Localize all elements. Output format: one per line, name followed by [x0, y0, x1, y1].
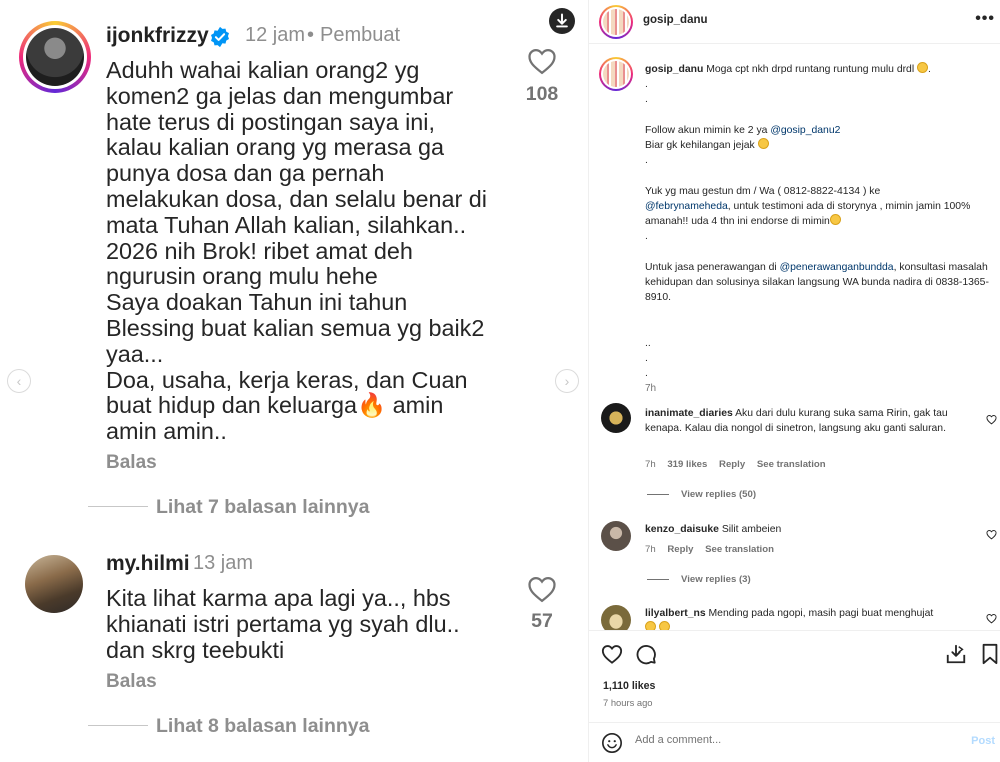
divider	[88, 725, 148, 726]
post-comment-button[interactable]: Post	[971, 735, 995, 747]
reply-button[interactable]: Reply	[719, 459, 745, 470]
view-more-replies[interactable]: Lihat 8 balasan lainnya	[156, 715, 370, 738]
mention-link[interactable]: @penerawanganbundda	[780, 262, 894, 273]
comment-username[interactable]: lilyalbert_ns	[645, 608, 706, 619]
reply-button[interactable]: Balas	[106, 452, 157, 474]
reply-button[interactable]: Balas	[106, 671, 157, 693]
view-more-replies[interactable]: Lihat 7 balasan lainnya	[156, 496, 370, 519]
post-like-count[interactable]: 1,110 likes	[603, 680, 655, 692]
caption-text: Biar gk kehilangan jejak	[645, 140, 755, 152]
like-heart-icon[interactable]	[986, 529, 997, 540]
divider	[88, 506, 148, 507]
like-heart-icon[interactable]	[601, 643, 623, 665]
post-caption: gosip_danu Moga cpt nkh drpd runtang run…	[645, 62, 989, 395]
comment-text: Aduhh wahai kalian orang2 yg komen2 ga j…	[106, 57, 488, 445]
comment-bubble-icon[interactable]	[635, 643, 657, 665]
caption-text: Moga cpt nkh drpd runtang runtung mulu d…	[706, 64, 915, 75]
grin-emoji-icon	[658, 621, 670, 630]
like-count: 57	[531, 610, 553, 632]
comment-body: kenzo_daisuke Silit ambeien	[645, 522, 975, 537]
comment-username[interactable]: inanimate_diaries	[645, 408, 733, 419]
see-translation-button[interactable]: See translation	[705, 544, 774, 555]
meta-separator: •	[307, 24, 315, 46]
next-slide-button[interactable]: ›	[555, 369, 579, 393]
caption-time: 7h	[645, 383, 657, 395]
bookmark-icon[interactable]	[979, 643, 1000, 665]
comment-meta: 7h 319 likes Reply See translation	[645, 459, 835, 470]
comment-username[interactable]: kenzo_daisuke	[645, 524, 719, 535]
caption-text: Yuk yg mau gestun dm / Wa ( 0812-8822-41…	[645, 185, 881, 197]
post-actions: 1,110 likes 7 hours ago	[589, 630, 1000, 718]
comment-likes[interactable]: 319 likes	[667, 459, 707, 470]
comment-input[interactable]	[635, 734, 935, 746]
view-replies-button[interactable]: View replies (3)	[647, 574, 751, 585]
avatar[interactable]	[601, 403, 631, 433]
avatar[interactable]	[603, 9, 629, 35]
comment-time: 13 jam	[193, 552, 254, 574]
previous-slide-button[interactable]: ‹	[7, 369, 31, 393]
caption-text: Untuk jasa penerawangan di	[645, 261, 777, 273]
comment-username[interactable]: my.hilmi	[106, 552, 190, 576]
reply-button[interactable]: Reply	[667, 544, 693, 555]
mention-link[interactable]: @febrynameheda	[645, 201, 728, 212]
view-replies-button[interactable]: View replies (50)	[647, 489, 756, 500]
post-time-ago: 7 hours ago	[603, 697, 653, 708]
comment-text: Kita lihat karma apa lagi ya.., hbs khia…	[106, 585, 460, 663]
avatar[interactable]	[603, 61, 629, 87]
save-to-collection-icon[interactable]	[945, 643, 967, 665]
comment-body: lilyalbert_ns Mending pada ngopi, masih …	[645, 606, 975, 630]
comment-time: 12 jam	[245, 24, 306, 46]
download-button[interactable]	[549, 8, 575, 34]
like-heart-icon[interactable]	[986, 613, 997, 624]
comment-meta: 7h Reply See translation	[645, 544, 783, 555]
grin-emoji-icon	[757, 138, 769, 150]
comment-username[interactable]: ijonkfrizzy	[106, 24, 209, 48]
download-icon	[556, 13, 568, 28]
avatar[interactable]	[601, 521, 631, 551]
heart-icon[interactable]	[527, 47, 557, 75]
add-comment-bar: Post	[589, 722, 1000, 762]
post-header: gosip_danu •••	[589, 0, 1000, 44]
comment-time: 7h	[645, 544, 656, 555]
comment-time: 7h	[645, 459, 656, 470]
caption-text: Follow akun mimin ke 2 ya	[645, 124, 768, 136]
avatar[interactable]	[601, 605, 631, 630]
post-media[interactable]: ijonkfrizzy 12 jam • Pembuat Aduhh wahai…	[0, 0, 588, 762]
grin-emoji-icon	[645, 621, 656, 630]
comment-text: Mending pada ngopi, masih pagi buat meng…	[708, 608, 934, 619]
verified-badge-icon	[211, 26, 229, 48]
author-label: Pembuat	[320, 24, 401, 46]
grin-emoji-icon	[917, 62, 929, 73]
caption-username[interactable]: gosip_danu	[645, 64, 703, 75]
more-options-icon[interactable]: •••	[975, 10, 995, 28]
like-heart-icon[interactable]	[986, 414, 997, 425]
comment-text: Silit ambeien	[721, 524, 782, 535]
avatar[interactable]	[25, 555, 83, 613]
mention-link[interactable]: @gosip_danu2	[770, 125, 840, 136]
post-side-panel: gosip_danu ••• gosip_danu Moga cpt nkh d…	[588, 0, 1000, 762]
comments-list[interactable]: gosip_danu Moga cpt nkh drpd runtang run…	[589, 45, 1000, 630]
heart-icon[interactable]	[527, 575, 557, 603]
smile-emoji-icon	[829, 214, 841, 226]
like-count: 108	[525, 83, 559, 105]
post-author-username[interactable]: gosip_danu	[643, 14, 708, 26]
see-translation-button[interactable]: See translation	[757, 459, 826, 470]
comment-body: inanimate_diaries Aku dari dulu kurang s…	[645, 406, 975, 436]
avatar[interactable]	[26, 28, 84, 86]
emoji-picker-icon[interactable]	[601, 732, 623, 754]
